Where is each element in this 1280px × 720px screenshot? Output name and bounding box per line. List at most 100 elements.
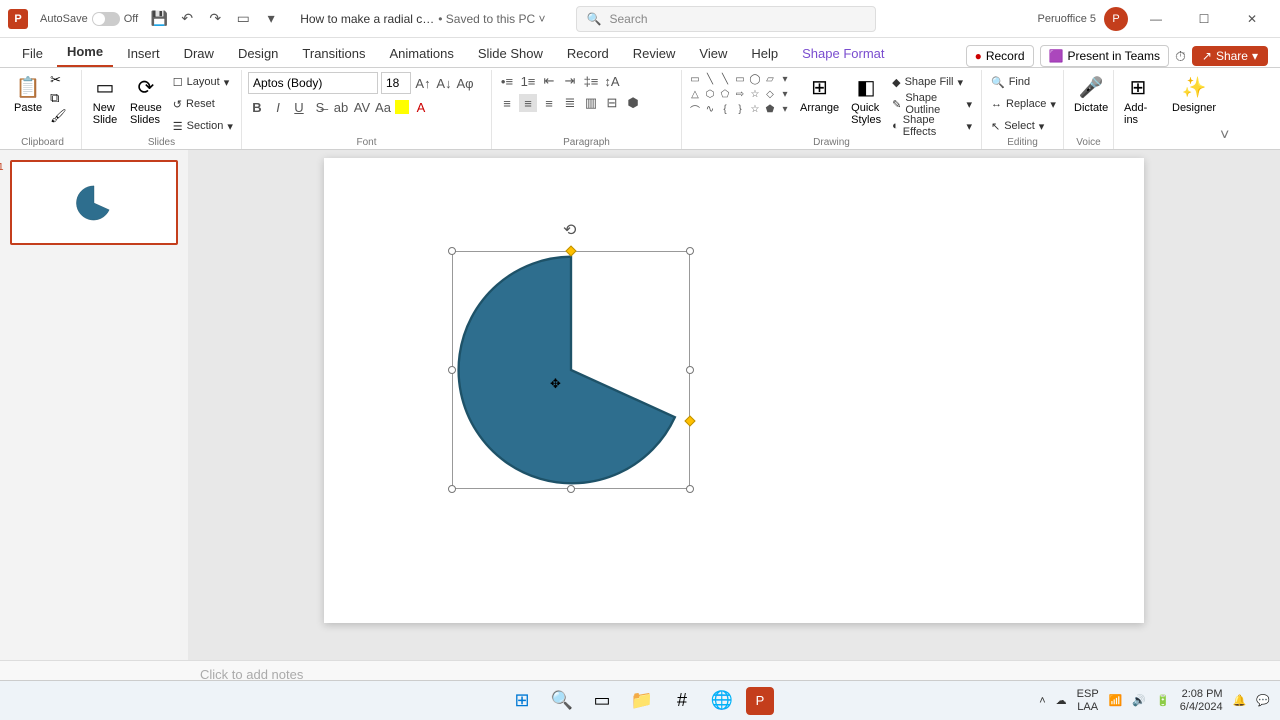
resize-handle-mr[interactable]: [686, 366, 694, 374]
bullets-icon[interactable]: •≡: [498, 72, 516, 90]
smartart-icon[interactable]: ⬢: [624, 94, 642, 112]
slide-canvas[interactable]: ⟲ ✥: [188, 150, 1280, 660]
taskbar[interactable]: ⊞ 🔍 ▭ 📁 # 🌐 P ˄ ☁ ESPLAA 📶 🔊 🔋 2:08 PM6/…: [0, 680, 1280, 720]
search-input[interactable]: 🔍 Search: [576, 6, 876, 32]
pie-shape-icon[interactable]: [453, 252, 689, 488]
spacing-icon[interactable]: AV: [353, 98, 371, 116]
strike-button[interactable]: S̶: [311, 98, 329, 116]
new-slide-button[interactable]: ▭New Slide: [88, 72, 122, 128]
designer-button[interactable]: ✨Designer: [1168, 72, 1220, 116]
tab-view[interactable]: View: [689, 40, 737, 67]
record-button[interactable]: ●Record: [966, 45, 1034, 67]
resize-handle-tl[interactable]: [448, 247, 456, 255]
chrome-icon[interactable]: 🌐: [706, 685, 738, 717]
rotation-handle-icon[interactable]: ⟲: [563, 220, 576, 240]
copy-icon[interactable]: ⧉: [50, 90, 67, 106]
user-name[interactable]: Peruoffice 5: [1037, 13, 1096, 25]
task-view-icon[interactable]: ▭: [586, 685, 618, 717]
shape-outline-button[interactable]: ✎ Shape Outline ▾: [889, 94, 975, 114]
shapes-gallery[interactable]: ▭╲╲▭◯▱▾ △⬡⬠⇨☆◇▾ ⌒∿{}☆⬟▾: [688, 72, 792, 116]
tab-draw[interactable]: Draw: [174, 40, 224, 67]
selected-shape[interactable]: ⟲ ✥: [452, 251, 690, 489]
minimize-button[interactable]: —: [1136, 4, 1176, 34]
undo-icon[interactable]: ↶: [178, 10, 196, 28]
arrange-button[interactable]: ⊞Arrange: [796, 72, 843, 116]
indent-dec-icon[interactable]: ⇤: [540, 72, 558, 90]
bold-button[interactable]: B: [248, 98, 266, 116]
tab-home[interactable]: Home: [57, 38, 113, 67]
shape-fill-button[interactable]: ◆ Shape Fill ▾: [889, 72, 975, 92]
dictate-button[interactable]: 🎤Dictate: [1070, 72, 1112, 116]
tab-transitions[interactable]: Transitions: [292, 40, 375, 67]
addins-button[interactable]: ⊞Add-ins: [1120, 72, 1156, 128]
replace-button[interactable]: ↔ Replace ▾: [988, 94, 1059, 114]
onedrive-icon[interactable]: ☁: [1056, 694, 1067, 707]
catchup-icon[interactable]: ⏱: [1175, 48, 1186, 65]
customize-qat-icon[interactable]: ▾: [262, 10, 280, 28]
tray-clock[interactable]: 2:08 PM6/4/2024: [1180, 688, 1223, 712]
align-text-icon[interactable]: ⊟: [603, 94, 621, 112]
find-button[interactable]: 🔍 Find: [988, 72, 1059, 92]
italic-button[interactable]: I: [269, 98, 287, 116]
text-direction-icon[interactable]: ↕A: [603, 72, 621, 90]
format-painter-icon[interactable]: 🖌: [50, 108, 67, 124]
tab-insert[interactable]: Insert: [117, 40, 170, 67]
align-left-icon[interactable]: ≡: [498, 94, 516, 112]
share-button[interactable]: ↗ Share ▾: [1192, 46, 1268, 66]
taskbar-search-icon[interactable]: 🔍: [546, 685, 578, 717]
redo-icon[interactable]: ↷: [206, 10, 224, 28]
justify-icon[interactable]: ≣: [561, 94, 579, 112]
clear-format-icon[interactable]: Aφ: [456, 74, 474, 92]
tray-lang[interactable]: ESPLAA: [1077, 688, 1099, 712]
avatar[interactable]: P: [1104, 7, 1128, 31]
slide-thumbnails-panel[interactable]: 1: [0, 150, 188, 660]
present-icon[interactable]: ▭: [234, 10, 252, 28]
align-right-icon[interactable]: ≡: [540, 94, 558, 112]
save-icon[interactable]: 💾: [150, 10, 168, 28]
shape-effects-button[interactable]: ◐ Shape Effects ▾: [889, 116, 975, 136]
tab-shape-format[interactable]: Shape Format: [792, 40, 894, 67]
slide[interactable]: ⟲ ✥: [324, 158, 1144, 623]
paste-button[interactable]: 📋Paste: [10, 72, 46, 116]
font-name-input[interactable]: [248, 72, 378, 94]
indent-inc-icon[interactable]: ⇥: [561, 72, 579, 90]
tab-slideshow[interactable]: Slide Show: [468, 40, 553, 67]
present-teams-button[interactable]: 🟪 Present in Teams: [1040, 45, 1169, 67]
notifications-icon[interactable]: 🔔: [1233, 694, 1247, 707]
resize-handle-ml[interactable]: [448, 366, 456, 374]
underline-button[interactable]: U: [290, 98, 308, 116]
tab-animations[interactable]: Animations: [380, 40, 464, 67]
tab-help[interactable]: Help: [741, 40, 788, 67]
line-spacing-icon[interactable]: ‡≡: [582, 72, 600, 90]
columns-icon[interactable]: ▥: [582, 94, 600, 112]
autosave-toggle[interactable]: AutoSave Off: [40, 12, 138, 26]
slide-thumbnail-1[interactable]: [10, 160, 178, 245]
tab-design[interactable]: Design: [228, 40, 288, 67]
tab-review[interactable]: Review: [623, 40, 686, 67]
tray-chevron-icon[interactable]: ˄: [1039, 695, 1045, 707]
font-color-icon[interactable]: A: [412, 98, 430, 116]
reset-button[interactable]: ↺ Reset: [170, 94, 236, 114]
close-button[interactable]: ✕: [1232, 4, 1272, 34]
tab-file[interactable]: File: [12, 40, 53, 67]
resize-handle-tr[interactable]: [686, 247, 694, 255]
select-button[interactable]: ↖ Select ▾: [988, 116, 1059, 136]
cut-icon[interactable]: ✂: [50, 72, 67, 88]
highlight-icon[interactable]: [395, 100, 409, 114]
maximize-button[interactable]: ☐: [1184, 4, 1224, 34]
wifi-icon[interactable]: 📶: [1109, 694, 1123, 707]
copilot-icon[interactable]: 💬: [1256, 694, 1270, 707]
tab-record[interactable]: Record: [557, 40, 619, 67]
section-button[interactable]: ☰ Section ▾: [170, 116, 236, 136]
battery-icon[interactable]: 🔋: [1156, 694, 1170, 707]
layout-button[interactable]: ☐ Layout ▾: [170, 72, 236, 92]
align-center-icon[interactable]: ≡: [519, 94, 537, 112]
volume-icon[interactable]: 🔊: [1132, 694, 1146, 707]
numbering-icon[interactable]: 1≡: [519, 72, 537, 90]
toggle-icon[interactable]: [92, 12, 120, 26]
explorer-icon[interactable]: 📁: [626, 685, 658, 717]
reuse-slides-button[interactable]: ⟳Reuse Slides: [126, 72, 166, 128]
shadow-button[interactable]: ab: [332, 98, 350, 116]
slack-icon[interactable]: #: [666, 685, 698, 717]
quick-styles-button[interactable]: ◧Quick Styles: [847, 72, 885, 128]
